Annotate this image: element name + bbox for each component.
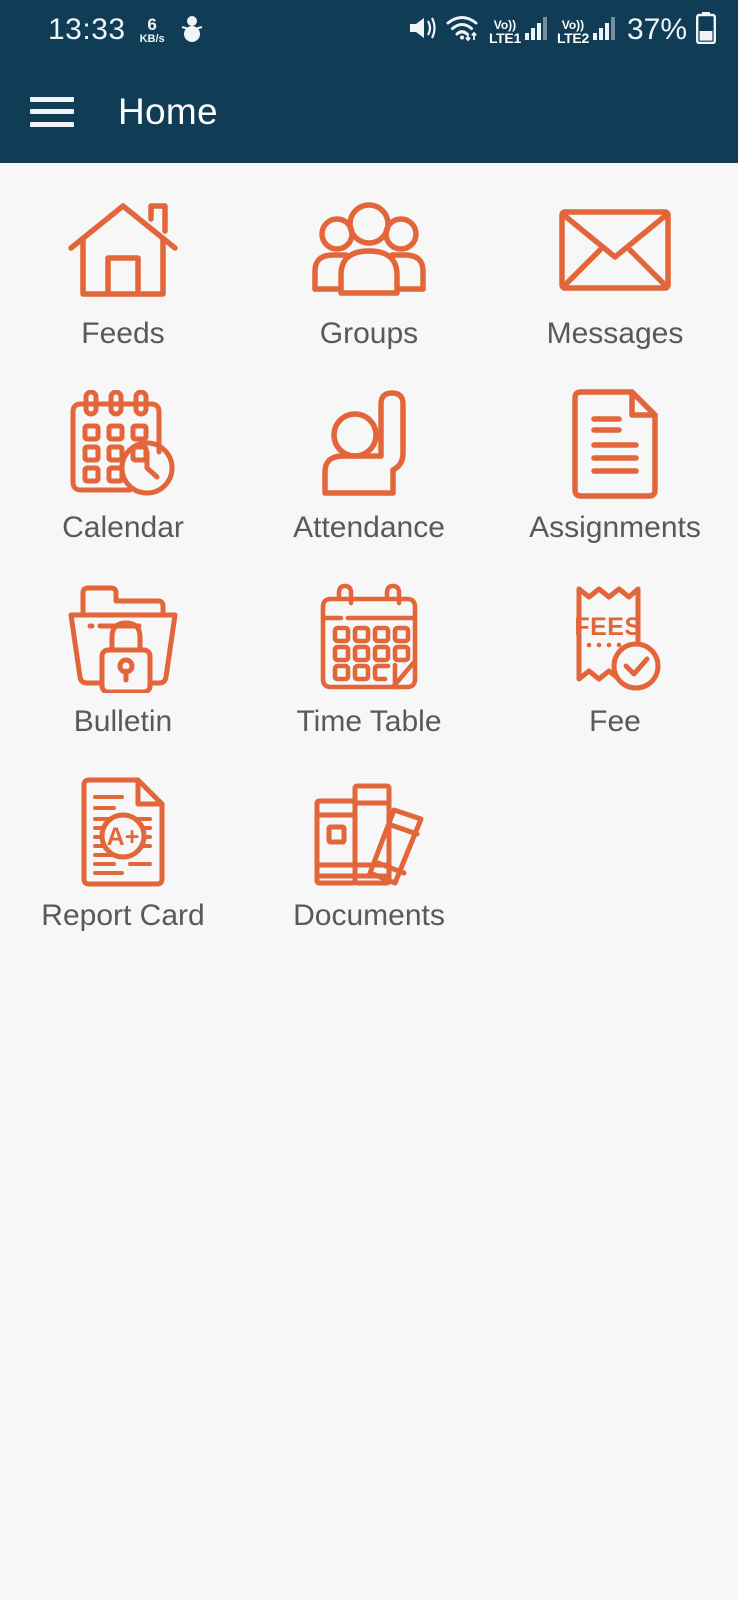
- tile-label: Report Card: [41, 899, 205, 932]
- calendar-clock-icon: [68, 385, 178, 503]
- tile-label: Messages: [546, 317, 684, 350]
- document-lines-icon: [570, 385, 660, 503]
- app-bar: Home: [0, 60, 738, 163]
- tile-messages[interactable]: Messages: [492, 187, 738, 381]
- vibrate-mute-icon: [407, 14, 437, 47]
- tile-groups[interactable]: Groups: [246, 187, 492, 381]
- network-speed-indicator: 6 KB/s: [140, 16, 165, 45]
- tile-label: Assignments: [529, 511, 701, 544]
- battery-icon: [696, 11, 717, 49]
- home-icon-grid: Feeds Groups Messages Calendar Attendanc…: [0, 163, 738, 963]
- sim2-signal-bars-icon: [592, 16, 616, 45]
- tile-documents[interactable]: Documents: [246, 769, 492, 963]
- tile-label: Attendance: [293, 511, 445, 544]
- svg-text:FEES: FEES: [574, 613, 641, 641]
- tile-label: Groups: [319, 317, 419, 350]
- tile-label: Calendar: [62, 511, 184, 544]
- report-card-aplus-icon: A+: [78, 773, 168, 891]
- receipt-check-icon: FEES: [567, 579, 663, 697]
- tile-calendar[interactable]: Calendar: [0, 381, 246, 575]
- hamburger-bar-3: [30, 121, 74, 127]
- tile-bulletin[interactable]: Bulletin: [0, 575, 246, 769]
- sim1-volte-top: Vo)): [493, 17, 517, 32]
- folder-lock-icon: [67, 579, 179, 697]
- status-bar-left: 13:33 6 KB/s: [48, 13, 205, 48]
- hamburger-bar-1: [30, 96, 74, 102]
- hamburger-menu-icon[interactable]: [30, 96, 74, 127]
- sim1-volte-indicator: Vo)) LTE1: [489, 19, 521, 45]
- tile-feeds[interactable]: Feeds: [0, 187, 246, 381]
- books-icon: [312, 773, 426, 891]
- envelope-icon: [558, 191, 672, 309]
- sim1-signal-bars-icon: [524, 16, 548, 45]
- people-group-icon: [310, 191, 428, 309]
- tile-label: Bulletin: [73, 705, 173, 738]
- sim2-volte-label: LTE2: [556, 29, 589, 46]
- battery-percent-label: 37%: [626, 13, 687, 46]
- sim2-volte-top: Vo)): [561, 17, 585, 32]
- page-title: Home: [118, 90, 218, 132]
- tile-label: Time Table: [296, 705, 442, 738]
- tile-label: Documents: [293, 899, 445, 932]
- network-speed-value: 6: [147, 14, 157, 34]
- raised-hand-person-icon: [319, 385, 419, 503]
- status-bar: 13:33 6 KB/s Vo)) LTE1 Vo)) LTE2 37%: [0, 0, 738, 60]
- status-clock: 13:33: [48, 13, 126, 46]
- sim1-signal-group: Vo)) LTE1: [489, 16, 548, 45]
- snowman-icon: [179, 13, 205, 48]
- tile-report-card[interactable]: A+ Report Card: [0, 769, 246, 963]
- tile-assignments[interactable]: Assignments: [492, 381, 738, 575]
- sim1-volte-label: LTE1: [488, 29, 521, 46]
- tile-attendance[interactable]: Attendance: [246, 381, 492, 575]
- hamburger-bar-2: [30, 109, 74, 114]
- calendar-grid-icon: [317, 579, 421, 697]
- house-icon: [67, 191, 179, 309]
- tile-label: Fee: [589, 705, 641, 738]
- sim2-signal-group: Vo)) LTE2: [557, 16, 616, 45]
- tile-label: Feeds: [81, 317, 165, 350]
- tile-fee[interactable]: FEES Fee: [492, 575, 738, 769]
- network-speed-unit: KB/s: [139, 32, 165, 45]
- tile-time-table[interactable]: Time Table: [246, 575, 492, 769]
- wifi-icon: [446, 14, 480, 47]
- svg-text:A+: A+: [107, 823, 140, 851]
- status-bar-right: Vo)) LTE1 Vo)) LTE2 37%: [407, 11, 717, 49]
- sim2-volte-indicator: Vo)) LTE2: [557, 19, 589, 45]
